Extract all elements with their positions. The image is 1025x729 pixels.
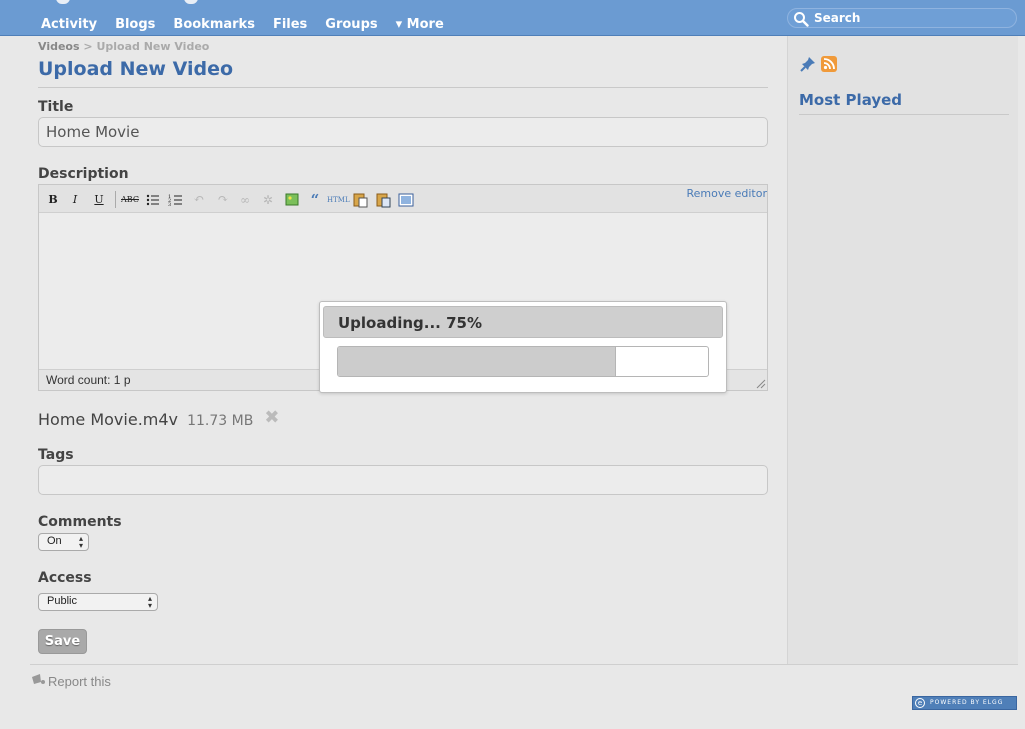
fullscreen-icon[interactable]	[397, 191, 415, 209]
breadcrumb-videos[interactable]: Videos	[38, 40, 80, 53]
footer-divider	[30, 664, 1018, 665]
blockquote-icon[interactable]: “	[306, 191, 324, 209]
sidebar-divider	[799, 114, 1009, 115]
underline-icon[interactable]: U	[90, 191, 108, 209]
nav-bookmarks[interactable]: Bookmarks	[164, 17, 264, 33]
breadcrumb-current: Upload New Video	[96, 40, 210, 53]
upload-progress-dialog: Uploading... 75%	[319, 301, 727, 393]
breadcrumb: Videos > Upload New Video	[38, 40, 209, 53]
elgg-logo-icon: e	[915, 698, 925, 708]
powered-label: POWERED BY ELGG	[930, 699, 1004, 706]
title-input[interactable]	[38, 117, 768, 147]
upload-status: Uploading... 75%	[323, 306, 723, 338]
toolbar-separator	[115, 191, 116, 208]
unlink-icon[interactable]: ✲	[259, 191, 277, 209]
report-icon	[32, 674, 45, 684]
select-arrows-icon: ▴ ▾	[147, 594, 152, 610]
file-size: 11.73 MB	[187, 413, 254, 429]
page-title: Upload New Video	[38, 58, 234, 80]
bullet-list-icon[interactable]	[144, 191, 162, 209]
bold-icon[interactable]: B	[44, 191, 62, 209]
powered-by-elgg-badge[interactable]: e POWERED BY ELGG	[912, 696, 1017, 710]
logo-fragment	[56, 0, 70, 4]
redo-icon[interactable]: ↷	[214, 191, 232, 209]
remove-file-icon[interactable]: ✖	[264, 407, 279, 428]
nav-more[interactable]: ▾ More	[387, 17, 453, 33]
tags-input[interactable]	[38, 465, 768, 495]
paste-text-icon[interactable]	[351, 191, 369, 209]
comments-label: Comments	[38, 514, 122, 530]
access-value: Public	[47, 595, 77, 607]
tags-label: Tags	[38, 447, 74, 463]
italic-icon[interactable]: I	[66, 191, 84, 209]
nav-groups[interactable]: Groups	[316, 17, 386, 33]
access-select[interactable]: Public ▴ ▾	[38, 593, 158, 611]
title-label: Title	[38, 99, 74, 115]
save-button[interactable]: Save	[38, 629, 87, 654]
main-nav: Activity Blogs Bookmarks Files Groups ▾ …	[32, 17, 453, 33]
comments-select[interactable]: On ▴ ▾	[38, 533, 89, 551]
file-name: Home Movie.m4v	[38, 410, 179, 429]
svg-text:3: 3	[168, 202, 171, 208]
strikethrough-icon[interactable]: ABC	[121, 191, 139, 209]
select-arrows-icon: ▴ ▾	[78, 534, 83, 550]
html-icon[interactable]: HTML	[327, 191, 350, 209]
title-divider	[38, 87, 768, 88]
nav-activity[interactable]: Activity	[32, 17, 106, 33]
numbered-list-icon[interactable]: 123	[167, 191, 185, 209]
search-input[interactable]	[814, 10, 1010, 26]
most-played-title: Most Played	[799, 91, 903, 109]
nav-files[interactable]: Files	[264, 17, 316, 33]
top-bar: Activity Blogs Bookmarks Files Groups ▾ …	[0, 0, 1025, 36]
report-label: Report this	[48, 674, 111, 689]
uploaded-file: Home Movie.m4v 11.73 MB ✖	[38, 407, 280, 430]
rss-icon[interactable]	[821, 56, 837, 72]
search-box[interactable]	[787, 8, 1017, 28]
upload-progress-bar	[337, 346, 709, 377]
pin-icon[interactable]	[800, 56, 816, 72]
image-icon[interactable]	[283, 191, 301, 209]
editor-toolbar: B I U ABC 123 ↶ ↷ ∞ ✲ “ HTML Remove edit…	[39, 185, 767, 213]
sidebar: Most Played	[787, 36, 1018, 664]
comments-value: On	[47, 535, 62, 547]
paste-word-icon[interactable]	[374, 191, 392, 209]
nav-blogs[interactable]: Blogs	[106, 17, 164, 33]
resize-handle-icon[interactable]	[756, 379, 766, 389]
breadcrumb-separator: >	[83, 40, 93, 53]
report-link[interactable]: Report this	[30, 673, 111, 689]
description-label: Description	[38, 166, 129, 182]
access-label: Access	[38, 570, 92, 586]
remove-editor-link[interactable]: Remove editor	[686, 187, 767, 200]
upload-progress-fill	[338, 347, 616, 376]
link-icon[interactable]: ∞	[236, 191, 254, 209]
search-icon	[794, 12, 809, 27]
undo-icon[interactable]: ↶	[190, 191, 208, 209]
logo-fragment	[184, 0, 198, 4]
